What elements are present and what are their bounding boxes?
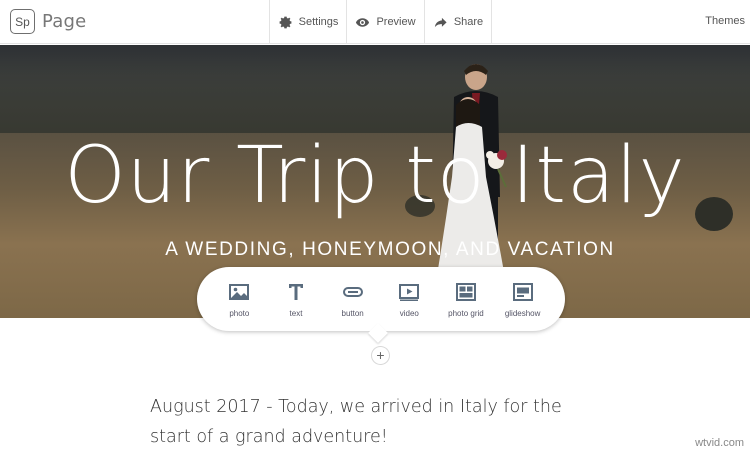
photo-icon	[228, 281, 250, 303]
insert-photo-button[interactable]: photo	[212, 281, 266, 318]
watermark: wtvid.com	[695, 437, 744, 449]
share-button[interactable]: Share	[424, 0, 492, 44]
settings-button[interactable]: Settings	[269, 0, 346, 44]
insert-button-label: button	[341, 308, 364, 318]
story-paragraph[interactable]: August 2017 - Today, we arrived in Italy…	[150, 392, 590, 452]
insert-glideshow-button[interactable]: glideshow	[496, 281, 550, 318]
themes-button[interactable]: Themes	[705, 15, 745, 27]
insert-text-button[interactable]: text	[269, 281, 323, 318]
glideshow-icon	[512, 281, 534, 303]
insert-video-label: video	[399, 308, 419, 318]
add-content-button[interactable]: +	[372, 347, 389, 364]
insert-photo-label: photo	[229, 308, 250, 318]
hero-subtitle[interactable]: A WEDDING, HONEYMOON, AND VACATION	[0, 239, 750, 261]
insert-photo-grid-label: photo grid	[448, 308, 484, 318]
share-label: Share	[453, 16, 484, 28]
settings-label: Settings	[298, 16, 339, 28]
preview-button[interactable]: Preview	[346, 0, 424, 44]
preview-label: Preview	[376, 16, 416, 28]
brand[interactable]: Sp Page	[10, 9, 86, 34]
app-logo-icon: Sp	[10, 9, 35, 34]
share-arrow-icon	[433, 15, 448, 30]
gear-icon	[278, 15, 293, 30]
insert-glideshow-label: glideshow	[504, 308, 541, 318]
insert-content-palette: photo text button video photo grid glide…	[197, 267, 565, 331]
app-name: Page	[42, 11, 87, 32]
insert-button-button[interactable]: button	[326, 281, 380, 318]
insert-photo-grid-button[interactable]: photo grid	[439, 281, 493, 318]
hero-hills	[0, 55, 750, 140]
insert-video-button[interactable]: video	[382, 281, 436, 318]
hero-title[interactable]: Our Trip to Italy	[0, 137, 750, 215]
eye-icon	[355, 15, 370, 30]
button-icon	[342, 281, 364, 303]
video-icon	[398, 281, 420, 303]
insert-text-label: text	[289, 308, 303, 318]
photo-grid-icon	[455, 281, 477, 303]
top-toolbar: Sp Page Settings Preview Share Themes	[0, 0, 750, 44]
text-icon	[285, 281, 307, 303]
